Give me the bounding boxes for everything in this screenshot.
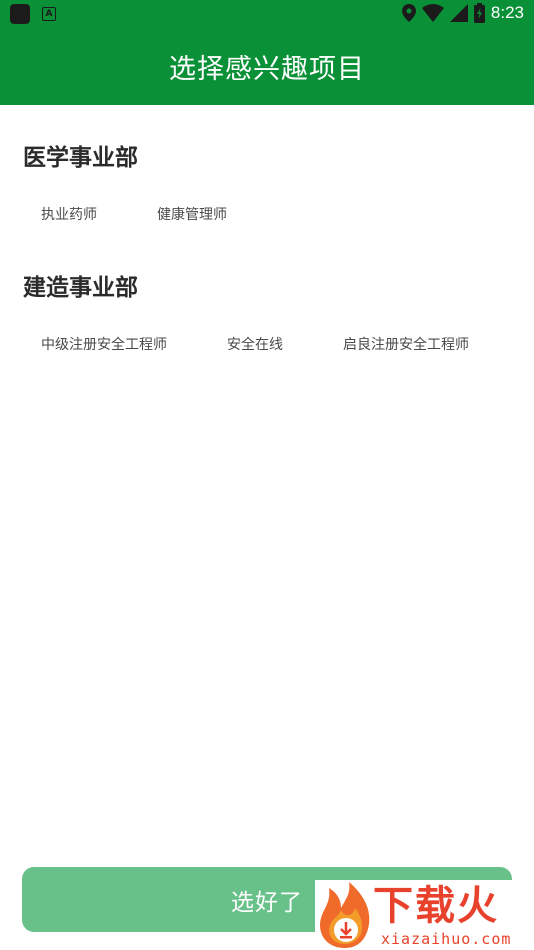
battery-icon [473, 3, 485, 23]
status-bar: A 8:23 [0, 0, 534, 28]
wifi-icon [421, 4, 444, 22]
watermark: 下载火 xiazaihuo.com [315, 880, 534, 950]
app-icon [10, 4, 30, 24]
flame-download-logo [320, 882, 370, 948]
section-title-medical: 医学事业部 [23, 145, 138, 171]
watermark-text: 下载火 [373, 883, 499, 929]
confirm-button-label: 选好了 [231, 889, 303, 916]
tag-safety-online[interactable]: 安全在线 [227, 328, 283, 360]
tag-licensed-pharmacist[interactable]: 执业药师 [41, 198, 97, 230]
status-time: 8:23 [490, 3, 524, 22]
app-bar: 选择感兴趣项目 [0, 28, 534, 105]
signal-icon [449, 4, 468, 22]
tag-intermediate-safety-engineer[interactable]: 中级注册安全工程师 [41, 328, 167, 360]
tag-health-manager[interactable]: 健康管理师 [157, 198, 227, 230]
watermark-url: xiazaihuo.com [381, 930, 512, 948]
location-icon [401, 4, 416, 22]
a-notification-icon: A [42, 7, 56, 21]
section-title-construction: 建造事业部 [23, 275, 138, 301]
tag-qiliang-safety-engineer[interactable]: 启良注册安全工程师 [343, 328, 469, 360]
page-title: 选择感兴趣项目 [169, 54, 365, 85]
